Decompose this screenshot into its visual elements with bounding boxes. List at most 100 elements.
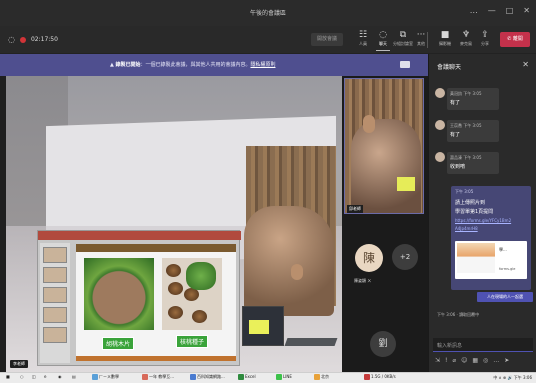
participant-figure	[351, 119, 421, 213]
window-controls: … — □ ✕	[470, 6, 530, 16]
presenter-figure	[244, 206, 334, 316]
slide-thumbnails	[40, 243, 70, 363]
sticky-note	[249, 320, 269, 334]
presenter-hand	[291, 264, 303, 280]
avatar	[435, 88, 445, 98]
search-icon[interactable]: ○	[20, 374, 24, 379]
camera-button[interactable]: ■ 攝影機	[434, 29, 456, 47]
leave-button[interactable]: ✆ 離開	[500, 32, 530, 47]
walnut-shape	[192, 310, 207, 323]
more-participants-button[interactable]: +2	[392, 244, 418, 270]
edge-icon[interactable]: e	[44, 374, 46, 379]
more-icon: ···	[416, 30, 426, 40]
chat-icon: ◌	[379, 30, 387, 40]
slide-footer	[76, 356, 236, 361]
leaf-photo	[186, 262, 216, 290]
maximize-icon[interactable]: □	[506, 6, 514, 16]
dismiss-banner-button[interactable]	[400, 61, 410, 68]
app-icon	[190, 374, 196, 380]
keyboard	[284, 338, 338, 346]
people-button[interactable]: ☷ 人員	[352, 29, 374, 47]
message-bubble[interactable]: 黃冠鈞 下午 3:05 有了	[447, 88, 499, 110]
slide-canvas: 胡桃木片 核桃種子	[76, 244, 236, 356]
message-bubble[interactable]: 蕭品溱 下午 3:05 收到唷	[447, 152, 499, 174]
taskbar-item[interactable]: 百科知識網路...	[190, 374, 225, 380]
send-icon[interactable]: ➤	[504, 357, 509, 364]
shield-icon[interactable]: ◌	[8, 35, 15, 44]
more-actions-button[interactable]: ··· 其他	[410, 29, 432, 47]
important-icon[interactable]: !	[445, 357, 447, 364]
format-icon[interactable]: ⇲	[435, 357, 440, 364]
more-window-icon[interactable]: …	[470, 6, 478, 16]
close-window-icon[interactable]: ✕	[523, 6, 530, 16]
avatar[interactable]: 陳	[355, 244, 383, 272]
participant-name-tag: 邱老師	[347, 205, 363, 213]
privacy-link[interactable]: 隱私權原則	[250, 62, 275, 68]
minimize-icon[interactable]: —	[488, 6, 496, 16]
chat-title: 會議聊天	[437, 64, 462, 71]
taskbar-item[interactable]: ㄏㄧㄨ數學	[92, 374, 119, 380]
recording-banner: ▲ 錄製已開始：一個已錄製此會議，與其他人共用的會議內容。隱私權原則	[0, 54, 428, 76]
chat-button[interactable]: ◌ 聊天	[372, 29, 394, 51]
system-tray[interactable]: 中 ∧ ⊕ 🔊 下午 3:06	[493, 375, 532, 381]
slide-label-right: 核桃種子	[176, 335, 209, 348]
avatar	[435, 152, 445, 162]
form-link[interactable]: https://forms.gle/YFCy1Bm2	[455, 218, 511, 223]
sticky-note	[397, 177, 415, 191]
close-icon[interactable]: ✕	[522, 60, 529, 69]
app-icon	[92, 374, 98, 380]
chrome-icon[interactable]: ◉	[58, 374, 62, 379]
sticker-icon[interactable]: ◎	[483, 357, 488, 364]
reply-button[interactable]: 人在現場的人一起選	[477, 292, 533, 302]
walnut-shape	[166, 264, 181, 277]
projected-slide: 胡桃木片 核桃種子	[37, 230, 241, 366]
line-icon	[276, 374, 282, 380]
share-button[interactable]: ⇪ 分享	[474, 29, 496, 47]
link-preview-card[interactable]: 學... forms.gle	[455, 241, 527, 279]
people-icon: ☷	[358, 30, 368, 40]
own-message[interactable]: 下午 3:05 請上傳照片到 學習單第1頁提問 https://forms.gl…	[451, 186, 531, 290]
avatar[interactable]: 劉	[370, 331, 396, 357]
participant-video[interactable]: 邱老師	[344, 78, 424, 214]
taskbar-item[interactable]: 1.5G / 0KB/s	[364, 374, 396, 380]
windows-taskbar: ■ ○ ◫ e ◉ ▤ ㄏㄧㄨ數學 一年 教學互... 百科知識網路... Ex…	[0, 372, 536, 383]
taskbar-item[interactable]: 北京	[314, 374, 329, 380]
toolbar-divider	[427, 32, 428, 48]
avatar	[435, 120, 445, 130]
message-bubble[interactable]: 王苡喬 下午 3:05 有了	[447, 120, 499, 142]
start-icon[interactable]: ■	[6, 374, 10, 379]
meeting-timer: 02:17:50	[30, 36, 58, 43]
slide-thumbnail	[43, 287, 67, 303]
chat-input[interactable]: 輸入新訊息	[433, 338, 533, 352]
share-icon: ⇪	[481, 30, 489, 40]
teams-meeting-window: 午後的會議區 … — □ ✕ ◌ 02:17:50 開放會議 ☷ 人員 ◌ 聊天…	[0, 0, 536, 383]
slide-thumbnail	[43, 247, 67, 263]
taskbar-item[interactable]: 一年 教學互...	[142, 374, 174, 380]
window-title: 午後的會議區	[249, 10, 286, 17]
form-link-cont[interactable]: A4Jp4mrH8	[455, 226, 478, 231]
recording-icon	[19, 36, 26, 43]
app-icon	[142, 374, 148, 380]
disabled-meeting-button[interactable]: 開放會議	[311, 33, 343, 46]
participant-hand	[363, 115, 375, 133]
taskbar-item[interactable]: Excel	[238, 374, 256, 380]
explorer-icon[interactable]: ▤	[72, 374, 76, 379]
app-icon	[364, 374, 370, 380]
avatar-name: 陳姿穎 ㄨ	[354, 278, 372, 283]
meeting-status: ◌ 02:17:50	[8, 35, 58, 44]
slide-thumbnail	[43, 327, 67, 343]
task-view-icon[interactable]: ◫	[32, 374, 36, 379]
more-options-icon[interactable]: …	[493, 357, 499, 364]
emoji-icon[interactable]: ☺	[461, 357, 467, 364]
camera-icon: ■	[440, 30, 450, 40]
taskbar-item[interactable]: LINE	[276, 374, 292, 380]
slide-header-bar	[76, 244, 236, 252]
gif-icon[interactable]: ▦	[472, 357, 478, 364]
main-video-stage: 胡桃木片 核桃種子 李老師	[6, 76, 342, 372]
attach-icon[interactable]: ⌀	[452, 357, 456, 364]
link-preview-image	[457, 243, 495, 273]
status-text: 下午 3:06 · 讀取回覆中	[437, 312, 480, 317]
participant-gallery: 邱老師 陳 +2 陳姿穎 ㄨ 劉	[342, 76, 428, 372]
slide-thumbnail	[43, 307, 67, 323]
slide-ribbon	[38, 231, 241, 240]
